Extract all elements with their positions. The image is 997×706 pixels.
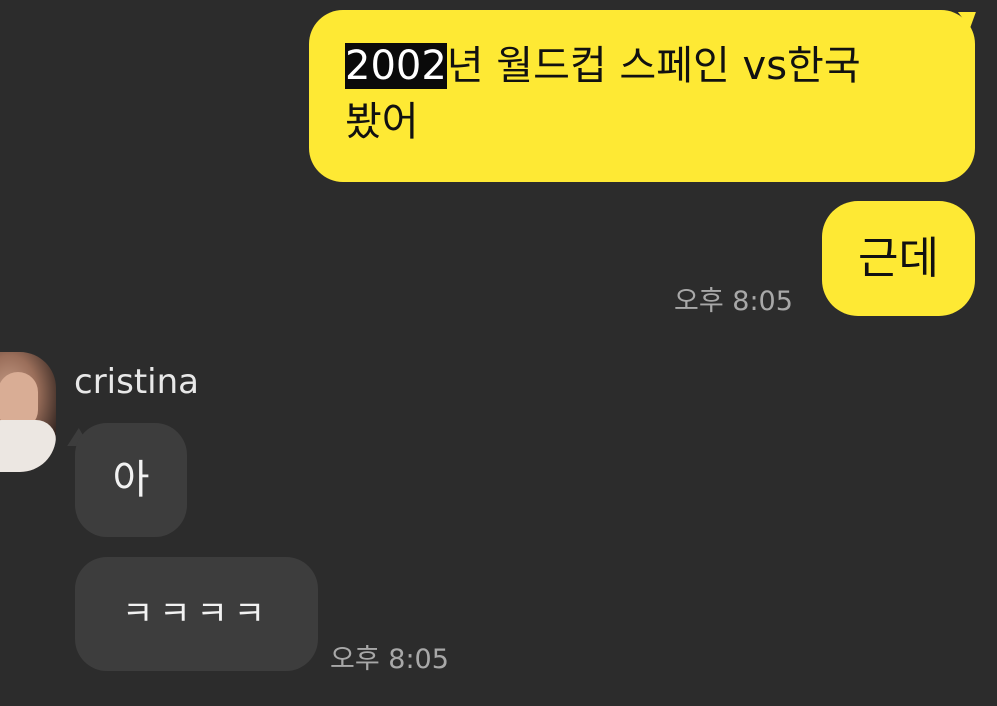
message-timestamp: 오후 8:05: [674, 286, 793, 317]
message-text: 근데: [858, 233, 939, 284]
message-timestamp: 오후 8:05: [330, 644, 449, 675]
outgoing-message-bubble[interactable]: 근데: [822, 201, 975, 316]
selected-text-highlight[interactable]: 2002: [345, 43, 447, 89]
message-text: ㅋㅋㅋㅋ: [121, 594, 272, 634]
message-text: 년 월드컵 스페인 vs한국: [446, 43, 861, 89]
message-text: 아: [112, 457, 150, 503]
user-avatar-photo[interactable]: [0, 352, 56, 472]
sender-name[interactable]: cristina: [74, 362, 199, 402]
message-text-line2: 봤어: [345, 99, 419, 145]
incoming-message-bubble[interactable]: 아: [75, 423, 187, 537]
avatar-shirt-shape: [0, 420, 56, 472]
incoming-message-bubble[interactable]: ㅋㅋㅋㅋ: [75, 557, 318, 671]
outgoing-message-bubble[interactable]: 2002년 월드컵 스페인 vs한국 봤어: [309, 10, 975, 182]
